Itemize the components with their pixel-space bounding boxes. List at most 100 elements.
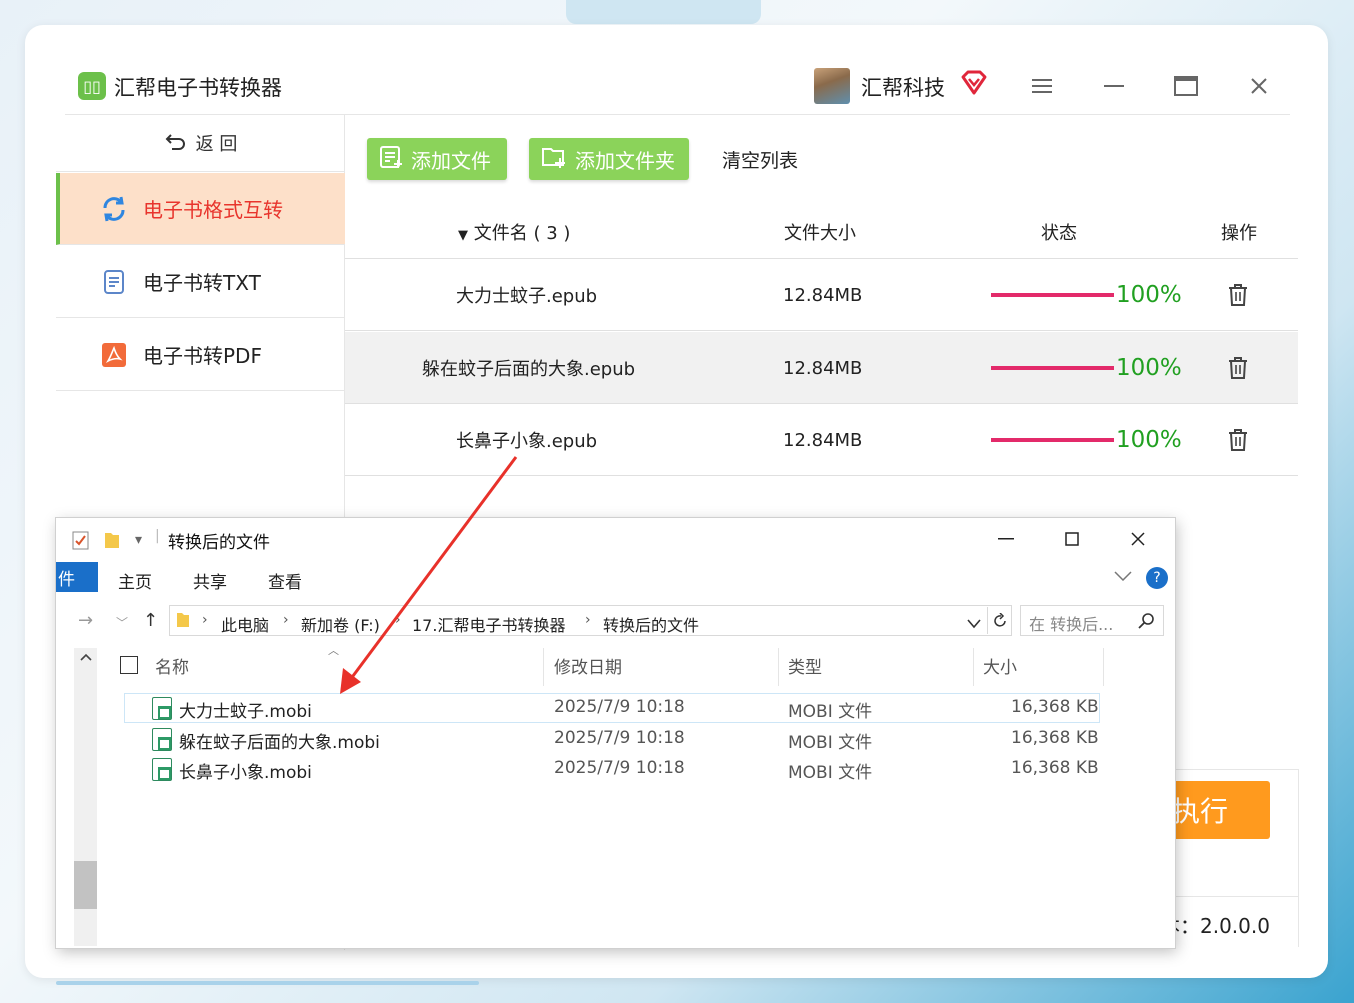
panel-divider bbox=[1298, 769, 1299, 947]
explorer-minimize-icon[interactable] bbox=[991, 526, 1021, 552]
search-placeholder: 在 转换后... bbox=[1029, 615, 1114, 634]
user-name[interactable]: 汇帮科技 bbox=[861, 72, 945, 102]
address-bar[interactable]: › 此电脑 › 新加卷 (F:) › 17.汇帮电子书转换器 › 转换后的文件 bbox=[169, 605, 1012, 636]
progress-bar bbox=[991, 293, 1114, 297]
file-list-item[interactable]: 大力士蚊子.mobi 2025/7/9 10:18 MOBI 文件 16,368… bbox=[124, 693, 1100, 723]
table-row[interactable]: 大力士蚊子.epub 12.84MB 100% bbox=[345, 259, 1298, 331]
column-header-name[interactable]: ▼ 文件名 ( 3 ) bbox=[458, 219, 570, 245]
file-date: 2025/7/9 10:18 bbox=[554, 697, 685, 717]
table-row[interactable]: 长鼻子小象.epub 12.84MB 100% bbox=[345, 404, 1298, 476]
progress-label: 100% bbox=[1116, 355, 1182, 381]
column-divider bbox=[973, 648, 974, 686]
select-all-checkbox[interactable] bbox=[120, 656, 138, 674]
address-folder-icon bbox=[176, 611, 190, 633]
scrollbar-thumb[interactable] bbox=[74, 861, 97, 909]
file-date: 2025/7/9 10:18 bbox=[554, 758, 685, 778]
search-icon bbox=[1138, 612, 1155, 633]
address-dropdown-icon[interactable] bbox=[967, 614, 981, 633]
panel-divider bbox=[1175, 769, 1299, 770]
scroll-up-icon[interactable] bbox=[80, 650, 92, 664]
table-row[interactable]: 躲在蚊子后面的大象.epub 12.84MB 100% bbox=[345, 332, 1298, 404]
folder-icon[interactable] bbox=[104, 530, 120, 554]
refresh-icon[interactable] bbox=[987, 607, 1011, 634]
quick-access-dropdown-icon[interactable]: ▾ bbox=[135, 532, 142, 548]
column-divider bbox=[1103, 648, 1104, 686]
breadcrumb-app-folder[interactable]: 17.汇帮电子书转换器 bbox=[412, 612, 565, 636]
sidebar-item-to-pdf[interactable]: 电子书转PDF bbox=[56, 319, 345, 391]
breadcrumb-output-folder[interactable]: 转换后的文件 bbox=[603, 612, 699, 636]
properties-icon[interactable] bbox=[72, 530, 90, 554]
title-separator: | bbox=[155, 528, 160, 544]
up-arrow-icon[interactable]: ↑ bbox=[143, 610, 158, 631]
explorer-maximize-icon[interactable] bbox=[1057, 526, 1087, 552]
file-type: MOBI 文件 bbox=[788, 702, 873, 722]
column-header-status: 状态 bbox=[1041, 223, 1077, 244]
ribbon-home-tab[interactable]: 主页 bbox=[118, 568, 152, 593]
file-name: 长鼻子小象.epub bbox=[456, 431, 598, 452]
sort-up-icon: ︿ bbox=[328, 644, 339, 657]
ribbon-expand-icon[interactable] bbox=[1114, 566, 1132, 585]
add-folder-label: 添加文件夹 bbox=[575, 148, 675, 173]
file-type: MOBI 文件 bbox=[788, 733, 873, 753]
run-button[interactable]: 执行 bbox=[1160, 781, 1270, 839]
user-avatar[interactable] bbox=[814, 68, 850, 104]
sidebar-item-format-convert[interactable]: 电子书格式互转 bbox=[56, 173, 345, 245]
ribbon-view-tab[interactable]: 查看 bbox=[268, 568, 302, 593]
column-header-name-label: 文件名 ( 3 ) bbox=[473, 223, 571, 244]
search-input[interactable]: 在 转换后... bbox=[1020, 605, 1164, 636]
help-icon[interactable]: ? bbox=[1146, 567, 1168, 589]
sidebar-item-label: 电子书转TXT bbox=[143, 271, 261, 295]
recent-dropdown-icon[interactable]: ﹀ bbox=[116, 614, 128, 631]
file-name: 大力士蚊子.epub bbox=[456, 286, 598, 307]
column-header-date[interactable]: 修改日期 bbox=[554, 653, 622, 678]
progress-bar bbox=[991, 438, 1114, 442]
file-list-item[interactable]: 长鼻子小象.mobi 2025/7/9 10:18 MOBI 文件 16,368… bbox=[124, 754, 1100, 784]
file-name: 躲在蚊子后面的大象.mobi bbox=[179, 733, 380, 753]
sidebar-item-label: 电子书格式互转 bbox=[143, 198, 283, 222]
background-tab bbox=[566, 0, 761, 24]
file-date: 2025/7/9 10:18 bbox=[554, 728, 685, 748]
file-name: 躲在蚊子后面的大象.epub bbox=[422, 359, 636, 380]
column-divider bbox=[543, 648, 544, 686]
maximize-icon[interactable] bbox=[1170, 70, 1202, 102]
delete-icon[interactable] bbox=[1227, 428, 1249, 452]
forward-arrow-icon[interactable]: → bbox=[78, 610, 93, 631]
add-folder-button[interactable]: 添加文件夹 bbox=[529, 138, 689, 180]
column-header-name[interactable]: 名称 bbox=[155, 653, 189, 678]
delete-icon[interactable] bbox=[1227, 283, 1249, 307]
column-divider bbox=[778, 648, 779, 686]
file-name: 长鼻子小象.mobi bbox=[179, 763, 312, 783]
sidebar-item-to-txt[interactable]: 电子书转TXT bbox=[56, 246, 345, 318]
ribbon-file-tab[interactable]: 件 bbox=[56, 562, 98, 592]
breadcrumb-this-pc[interactable]: 此电脑 bbox=[221, 612, 269, 636]
menu-icon[interactable] bbox=[1026, 70, 1058, 102]
file-type: MOBI 文件 bbox=[788, 763, 873, 783]
ribbon-share-tab[interactable]: 共享 bbox=[193, 568, 227, 593]
close-icon[interactable] bbox=[1243, 70, 1275, 102]
breadcrumb-separator: › bbox=[585, 612, 591, 628]
app-logo-icon: ▯▯ bbox=[78, 72, 106, 100]
add-file-icon bbox=[379, 145, 403, 174]
delete-icon[interactable] bbox=[1227, 356, 1249, 380]
sidebar-item-label: 电子书转PDF bbox=[143, 344, 262, 368]
column-header-size[interactable]: 大小 bbox=[983, 653, 1017, 678]
vip-diamond-icon[interactable] bbox=[960, 70, 988, 96]
progress-bar bbox=[991, 366, 1114, 370]
back-label: 返 回 bbox=[195, 134, 238, 155]
add-file-button[interactable]: 添加文件 bbox=[367, 138, 507, 180]
column-header-action: 操作 bbox=[1221, 223, 1257, 244]
file-size: 12.84MB bbox=[783, 357, 863, 379]
clear-list-button[interactable]: 清空列表 bbox=[722, 146, 798, 173]
progress-label: 100% bbox=[1116, 427, 1182, 453]
back-arrow-icon bbox=[164, 132, 186, 155]
file-list-item[interactable]: 躲在蚊子后面的大象.mobi 2025/7/9 10:18 MOBI 文件 16… bbox=[124, 724, 1100, 754]
back-button[interactable]: 返 回 bbox=[56, 115, 345, 172]
explorer-close-icon[interactable] bbox=[1123, 526, 1153, 552]
background-strip bbox=[56, 981, 479, 985]
breadcrumb-drive[interactable]: 新加卷 (F:) bbox=[301, 612, 380, 636]
column-header-type[interactable]: 类型 bbox=[788, 653, 822, 678]
app-title: 汇帮电子书转换器 bbox=[114, 76, 282, 100]
column-header-size: 文件大小 bbox=[784, 223, 856, 244]
progress-label: 100% bbox=[1116, 282, 1182, 308]
minimize-icon[interactable] bbox=[1098, 70, 1130, 102]
